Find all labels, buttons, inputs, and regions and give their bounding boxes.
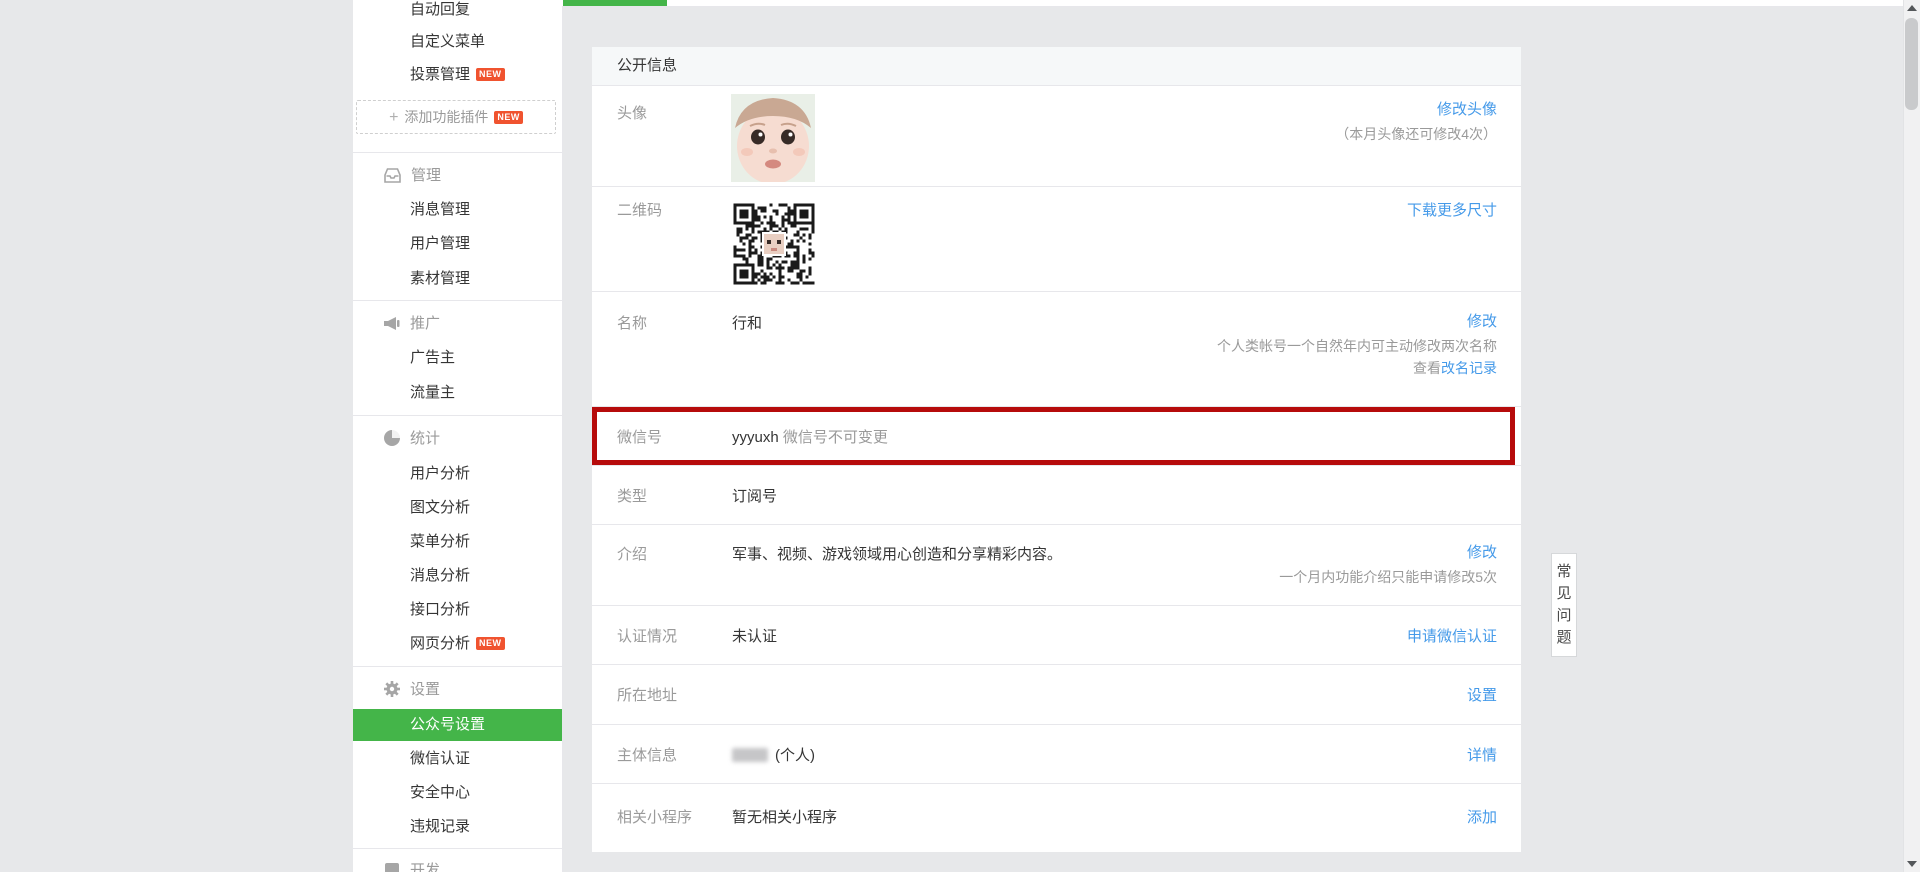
sidebar: 自动回复 自定义菜单 投票管理 NEW + 添加功能插件 NEW 管理 消息管理 用户… (353, 0, 563, 872)
sidebar-section-promotion: 推广 (383, 314, 440, 334)
wechat-id-value: yyyuxh 微信号不可变更 (732, 429, 888, 446)
account-type: 订阅号 (732, 488, 778, 505)
sidebar-item-web-analysis[interactable]: 网页分析 NEW (410, 634, 505, 654)
divider (353, 300, 562, 301)
redacted-subject-name (732, 748, 768, 762)
miniprogram-status: 暂无相关小程序 (732, 809, 838, 826)
change-avatar-link[interactable]: 修改头像 (1437, 98, 1497, 119)
sidebar-item-message-manage[interactable]: 消息管理 (410, 200, 470, 220)
account-avatar-image (731, 94, 815, 182)
name-change-rule-note: 个人类帐号一个自然年内可主动修改两次名称 (1217, 338, 1497, 354)
megaphone-icon (383, 316, 401, 338)
sidebar-item-account-settings[interactable]: 公众号设置 (353, 709, 562, 741)
sidebar-item-material-manage[interactable]: 素材管理 (410, 269, 470, 289)
page: 自动回复 自定义菜单 投票管理 NEW + 添加功能插件 NEW 管理 消息管理 用户… (0, 0, 1920, 872)
row-avatar: 头像 修改头像 （本月头像还可修改4次） (592, 86, 1521, 187)
new-badge: NEW (494, 111, 523, 124)
divider (353, 666, 562, 667)
row-type: 类型 订阅号 (592, 466, 1521, 525)
sidebar-item-auto-reply[interactable]: 自动回复 (410, 0, 470, 20)
scrollbar-thumb[interactable] (1905, 18, 1918, 110)
top-tab-strip (562, 0, 1904, 7)
row-certification: 认证情况 未认证 申请微信认证 (592, 606, 1521, 665)
plus-icon: + (389, 109, 399, 126)
vertical-scrollbar[interactable] (1903, 0, 1920, 872)
qr-code-image (731, 201, 817, 287)
row-label: 微信号 (617, 429, 663, 446)
sidebar-item-violation-record[interactable]: 违规记录 (410, 817, 470, 837)
change-intro-link[interactable]: 修改 (1467, 541, 1497, 562)
sidebar-section-settings: 设置 (383, 680, 440, 700)
subject-detail-link[interactable]: 详情 (1467, 744, 1497, 765)
row-label: 相关小程序 (617, 809, 693, 826)
row-miniprogram: 相关小程序 暂无相关小程序 添加 (592, 784, 1521, 852)
divider (353, 415, 562, 416)
row-label: 介绍 (617, 546, 648, 563)
scroll-down-arrow-icon[interactable] (1907, 861, 1917, 867)
wechat-id-immutable-note: 微信号不可变更 (782, 429, 888, 446)
rename-record-link[interactable]: 改名记录 (1441, 360, 1497, 376)
row-intro: 介绍 军事、视频、游戏领域用心创造和分享精彩内容。 修改 一个月内功能介绍只能申… (592, 525, 1521, 606)
subject-info: (个人) (732, 744, 815, 765)
row-label: 认证情况 (617, 628, 678, 645)
account-name: 行和 (732, 315, 763, 332)
sidebar-item-user-manage[interactable]: 用户管理 (410, 234, 470, 254)
add-plugin-button[interactable]: + 添加功能插件 NEW (356, 100, 556, 134)
sidebar-item-user-analysis[interactable]: 用户分析 (410, 464, 470, 484)
sidebar-item-advertiser[interactable]: 广告主 (410, 348, 455, 368)
sidebar-item-article-analysis[interactable]: 图文分析 (410, 498, 470, 518)
divider (353, 848, 562, 849)
sidebar-item-traffic[interactable]: 流量主 (410, 383, 455, 403)
row-label: 名称 (617, 315, 648, 332)
public-info-panel: 公开信息 头像 修改头像 （本月头像还可修改4次） 二维码 下载更多尺寸 名称 … (592, 47, 1521, 852)
dev-icon (383, 861, 401, 872)
sidebar-item-vote-manage[interactable]: 投票管理 NEW (410, 65, 505, 85)
pie-chart-icon (383, 429, 401, 453)
add-miniprogram-link[interactable]: 添加 (1467, 806, 1497, 827)
sidebar-section-develop: 开发 (383, 861, 440, 872)
sidebar-item-api-analysis[interactable]: 接口分析 (410, 600, 470, 620)
row-label: 主体信息 (617, 747, 678, 764)
certification-status: 未认证 (732, 628, 778, 645)
download-qr-link[interactable]: 下载更多尺寸 (1407, 199, 1497, 220)
red-highlight-box (592, 407, 1515, 465)
apply-verification-link[interactable]: 申请微信认证 (1407, 625, 1497, 646)
scroll-up-arrow-icon[interactable] (1907, 5, 1917, 11)
sidebar-item-security-center[interactable]: 安全中心 (410, 783, 470, 803)
row-qrcode: 二维码 下载更多尺寸 (592, 187, 1521, 292)
sidebar-item-custom-menu[interactable]: 自定义菜单 (410, 32, 485, 52)
inbox-icon (383, 167, 402, 190)
divider (353, 152, 562, 153)
row-label: 所在地址 (617, 687, 678, 704)
row-name: 名称 行和 修改 个人类帐号一个自然年内可主动修改两次名称 查看改名记录 (592, 292, 1521, 407)
gear-icon (383, 680, 401, 704)
panel-title: 公开信息 (592, 47, 1521, 86)
row-label: 二维码 (617, 202, 663, 219)
sidebar-item-menu-analysis[interactable]: 菜单分析 (410, 532, 470, 552)
change-name-link[interactable]: 修改 (1467, 310, 1497, 331)
sidebar-item-wechat-verify[interactable]: 微信认证 (410, 749, 470, 769)
faq-tab[interactable]: 常见问题 (1551, 553, 1577, 657)
row-label: 类型 (617, 488, 648, 505)
row-wechat-id: 微信号 yyyuxh 微信号不可变更 (592, 407, 1521, 466)
sidebar-section-manage: 管理 (383, 166, 441, 186)
rename-record: 查看改名记录 (1413, 360, 1497, 376)
set-address-link[interactable]: 设置 (1467, 684, 1497, 705)
avatar-change-quota-note: （本月头像还可修改4次） (1335, 126, 1497, 142)
active-tab-underline[interactable] (563, 0, 667, 6)
row-label: 头像 (617, 105, 648, 122)
sidebar-section-stats: 统计 (383, 429, 440, 449)
row-subject: 主体信息 (个人) 详情 (592, 725, 1521, 784)
new-badge: NEW (476, 637, 505, 650)
account-intro: 军事、视频、游戏领域用心创造和分享精彩内容。 (732, 546, 1063, 563)
new-badge: NEW (476, 68, 505, 81)
row-address: 所在地址 设置 (592, 665, 1521, 725)
intro-change-quota-note: 一个月内功能介绍只能申请修改5次 (1279, 569, 1497, 585)
sidebar-item-message-analysis[interactable]: 消息分析 (410, 566, 470, 586)
